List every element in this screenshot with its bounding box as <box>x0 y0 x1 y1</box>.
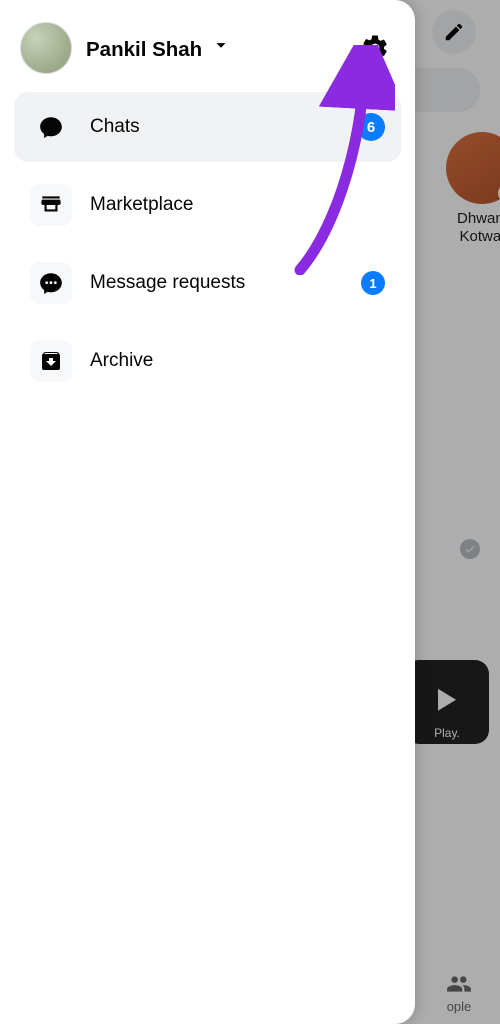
badge: 1 <box>361 271 385 295</box>
avatar[interactable] <box>20 22 72 74</box>
menu-item-chats[interactable]: Chats 6 <box>14 92 401 162</box>
chat-icon <box>30 106 72 148</box>
badge: 6 <box>357 113 385 141</box>
menu-item-marketplace[interactable]: Marketplace <box>14 170 401 240</box>
menu-label: Archive <box>90 350 153 372</box>
drawer-header: Pankil Shah <box>14 10 401 92</box>
chevron-down-icon <box>210 34 232 56</box>
gear-icon <box>360 33 390 63</box>
archive-icon <box>30 340 72 382</box>
store-icon <box>30 184 72 226</box>
user-name: Pankil Shah <box>86 38 202 61</box>
menu-item-archive[interactable]: Archive <box>14 326 401 396</box>
menu-label: Message requests <box>90 272 245 294</box>
menu-label: Chats <box>90 116 140 138</box>
account-switcher[interactable]: Pankil Shah <box>86 34 232 62</box>
drawer-menu: Chats 6 Marketplace Message requests 1 <box>14 92 401 396</box>
settings-button[interactable] <box>355 28 395 68</box>
message-dots-icon <box>30 262 72 304</box>
menu-label: Marketplace <box>90 194 194 216</box>
navigation-drawer: Pankil Shah Chats 6 <box>0 0 415 1024</box>
menu-item-message-requests[interactable]: Message requests 1 <box>14 248 401 318</box>
